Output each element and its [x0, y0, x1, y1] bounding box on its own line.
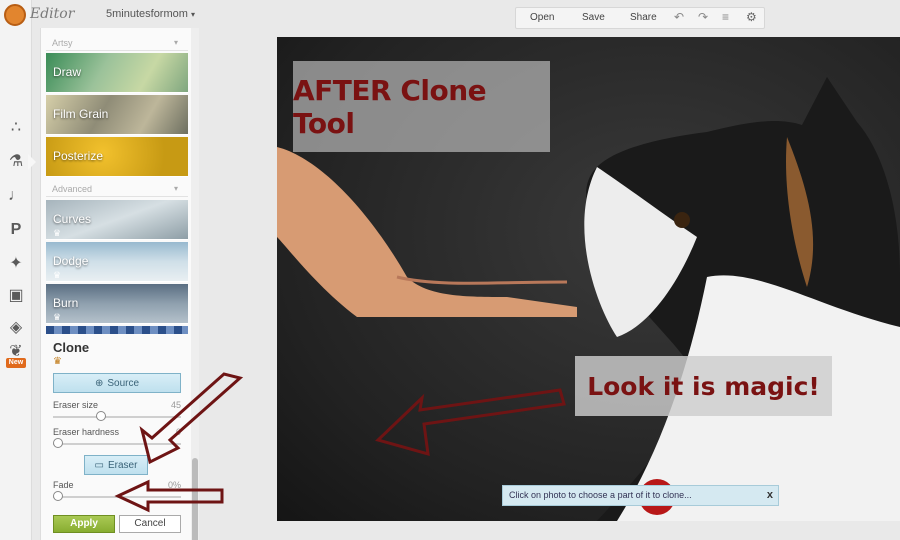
source-button[interactable]: ⊕ Source: [53, 373, 181, 393]
clone-hint-text: Click on photo to choose a part of it to…: [509, 490, 692, 500]
eraser-hardness-thumb[interactable]: [53, 438, 63, 448]
new-badge: New: [6, 358, 26, 368]
panel-scrollbar[interactable]: [191, 28, 199, 540]
cancel-button[interactable]: Cancel: [119, 515, 181, 533]
layers-icon[interactable]: ≡: [722, 10, 729, 24]
effect-curves[interactable]: Curves ♛: [46, 200, 188, 240]
fade-slider[interactable]: [53, 496, 181, 498]
after-clone-overlay: AFTER Clone Tool: [293, 61, 550, 152]
effect-label: Dodge: [53, 254, 89, 268]
chevron-down-icon: ▾: [174, 38, 179, 47]
clone-hint-bar: Click on photo to choose a part of it to…: [502, 485, 779, 506]
tool-rail: ∴ ⚗ ♩ P ✦ ▣ ◈ ❦ New: [0, 0, 36, 540]
eraser-size-slider[interactable]: [53, 416, 181, 418]
crown-icon: ♛: [53, 270, 62, 280]
gear-icon[interactable]: ⚙: [746, 10, 757, 24]
section-artsy-label: Artsy: [52, 38, 73, 48]
text-icon[interactable]: P: [6, 220, 26, 240]
eraser-hardness-label: Eraser hardness: [53, 427, 120, 437]
crown-icon: ♛: [53, 312, 62, 322]
effect-label: Posterize: [53, 149, 104, 163]
flask-icon[interactable]: ⚗: [6, 152, 36, 172]
eraser-size-thumb[interactable]: [96, 411, 106, 421]
undo-icon[interactable]: ↶: [674, 10, 684, 24]
crown-icon: ♛: [53, 228, 62, 238]
chevron-down-icon: ▾: [190, 10, 195, 19]
eraser-hardness-slider[interactable]: [53, 443, 181, 445]
apply-button[interactable]: Apply: [53, 515, 115, 533]
share-button[interactable]: Share: [630, 12, 657, 23]
eraser-size-value: 45: [170, 400, 181, 410]
effect-label: Curves: [53, 212, 92, 226]
effect-label: Draw: [53, 65, 82, 79]
frame-icon[interactable]: ▣: [6, 286, 26, 306]
section-advanced[interactable]: Advanced ▾: [52, 184, 178, 194]
chevron-down-icon: ▾: [174, 184, 179, 193]
eraser-button[interactable]: ▭ Eraser: [84, 455, 148, 475]
effect-label: Burn: [53, 296, 79, 310]
effect-draw[interactable]: Draw: [46, 53, 188, 93]
eraser-hardness-value: 0: [175, 427, 181, 437]
app-logo-text: Editor: [30, 6, 75, 22]
crown-icon: ♛: [53, 356, 62, 367]
scrollbar-thumb[interactable]: [192, 458, 198, 540]
magic-overlay: Look it is magic!: [575, 356, 832, 416]
fade-thumb[interactable]: [53, 491, 63, 501]
effect-burn[interactable]: Burn ♛: [46, 284, 188, 324]
effect-label: Film Grain: [53, 107, 109, 121]
divider: [46, 196, 188, 197]
logo-icon: [4, 4, 26, 26]
account-name: 5minutesformom: [106, 8, 188, 20]
clone-title: Clone: [53, 340, 90, 355]
eraser-icon: ▭: [94, 459, 104, 471]
eraser-size-label: Eraser size: [53, 400, 99, 410]
effect-film-grain[interactable]: Film Grain: [46, 95, 188, 135]
bottle-icon[interactable]: ♩: [6, 186, 26, 206]
fade-value: 0%: [167, 480, 181, 490]
dog-image: [584, 77, 900, 521]
hand-image: [277, 147, 577, 317]
open-button[interactable]: Open: [530, 12, 554, 23]
source-button-label: Source: [107, 377, 140, 389]
eraser-button-label: Eraser: [108, 459, 138, 471]
divider: [46, 50, 188, 51]
account-menu[interactable]: 5minutesformom ▾: [106, 8, 195, 20]
nodes-icon[interactable]: ∴: [6, 118, 26, 138]
fade-label: Fade: [53, 480, 74, 490]
texture-icon[interactable]: ◈: [6, 318, 26, 338]
top-toolbar: Open Save Share ↶ ↷ ≡ ⚙: [515, 7, 765, 29]
effect-next-preview[interactable]: [46, 326, 188, 334]
section-advanced-label: Advanced: [52, 184, 93, 194]
effect-dodge[interactable]: Dodge ♛: [46, 242, 188, 282]
save-button[interactable]: Save: [582, 12, 605, 23]
source-target-icon: ⊕: [94, 377, 104, 389]
close-icon[interactable]: x: [767, 486, 773, 505]
redo-icon[interactable]: ↷: [698, 10, 708, 24]
section-artsy[interactable]: Artsy ▾: [52, 38, 178, 48]
sticker-icon[interactable]: ✦: [6, 254, 26, 274]
effect-posterize[interactable]: Posterize: [46, 137, 188, 177]
